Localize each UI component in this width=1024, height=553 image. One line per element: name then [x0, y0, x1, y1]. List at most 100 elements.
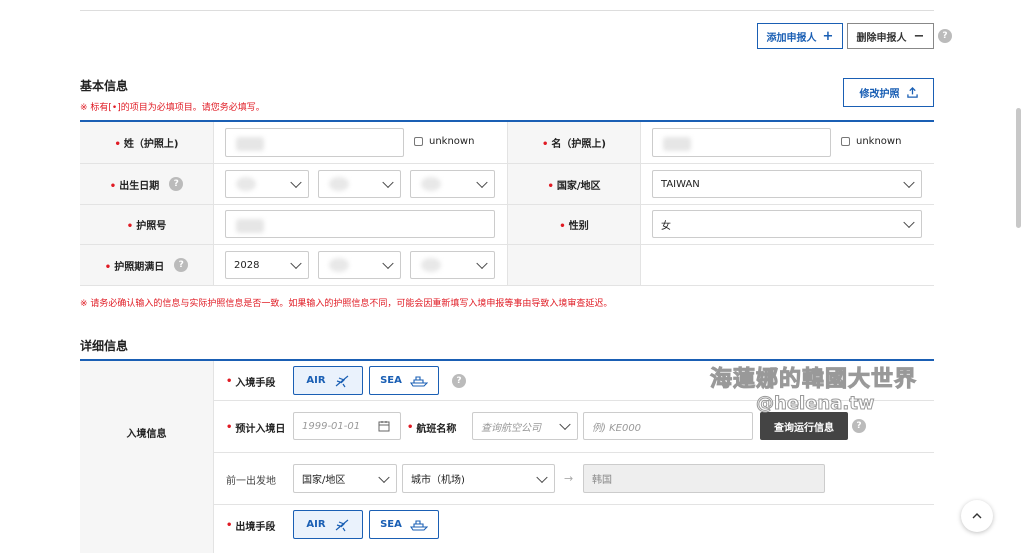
surname-input[interactable]	[225, 128, 404, 157]
exit-sea-button[interactable]: SEA	[369, 510, 439, 539]
scroll-to-top-button[interactable]	[961, 500, 993, 532]
country-select[interactable]: TAIWAN	[652, 170, 922, 198]
help-icon[interactable]: ?	[452, 374, 466, 388]
expiry-day-select[interactable]	[410, 251, 495, 279]
unknown-label: unknown	[856, 136, 902, 147]
entry-date-input[interactable]: 1999-01-01	[293, 412, 401, 440]
checkbox-box[interactable]	[414, 137, 423, 146]
birth-date-label-cell: • 出生日期 ?	[80, 164, 213, 204]
exit-air-button[interactable]: AIR	[293, 510, 363, 539]
checkbox-box[interactable]	[841, 137, 850, 146]
upload-icon	[906, 87, 918, 98]
departure-country-select[interactable]: 国家/地区	[293, 464, 397, 493]
arrow-right-icon: →	[564, 472, 574, 485]
air-label: AIR	[306, 519, 326, 530]
passport-no-input[interactable]	[225, 210, 495, 238]
help-icon[interactable]: ?	[938, 29, 952, 43]
flight-number-input[interactable]: 例) KE000	[583, 412, 753, 440]
expiry-year-select[interactable]: 2028	[225, 251, 309, 279]
basic-info-title: 基本信息	[80, 79, 129, 93]
air-label: AIR	[306, 375, 326, 386]
scrollbar-thumb[interactable]	[1016, 108, 1021, 228]
entry-mode-label-wrap: • 入境手段	[226, 376, 276, 389]
chevron-down-icon	[290, 257, 302, 270]
chevron-down-icon	[476, 257, 488, 270]
chevron-down-icon	[378, 471, 390, 483]
birth-date-label: 出生日期	[119, 180, 160, 192]
given-name-label-cell: • 名（护照上)	[508, 122, 640, 163]
edit-passport-button[interactable]: 修改护照	[843, 78, 934, 107]
birth-day-select[interactable]	[410, 170, 495, 198]
ship-icon	[409, 519, 428, 531]
unknown-label: unknown	[429, 136, 475, 147]
watermark-title: 海蓮娜的韓國大世界	[709, 367, 918, 393]
chevron-down-icon	[382, 257, 394, 270]
add-applicant-label: 添加申报人	[766, 32, 817, 44]
chevron-down-icon	[290, 176, 302, 189]
flight-placeholder: 例) KE000	[592, 422, 642, 434]
given-name-input[interactable]	[652, 128, 831, 157]
col-divider	[640, 122, 641, 285]
ship-icon	[409, 375, 428, 387]
row-divider	[80, 285, 934, 286]
empty-label-cell	[508, 245, 640, 285]
airline-placeholder: 查询航空公司	[481, 422, 541, 434]
departure-city-select[interactable]: 城市（机场)	[402, 464, 555, 493]
expiry-month-select[interactable]	[318, 251, 401, 279]
detail-info-title: 详细信息	[80, 339, 129, 353]
city-select-value: 城市（机场)	[411, 475, 465, 486]
chevron-up-icon	[972, 513, 982, 519]
query-flight-button[interactable]: 查询运行信息	[760, 412, 848, 440]
gender-value: 女	[661, 220, 671, 232]
chevron-down-icon	[382, 176, 394, 189]
gender-select[interactable]: 女	[652, 210, 922, 238]
birth-month-select[interactable]	[318, 170, 401, 198]
plus-icon: +	[822, 28, 834, 44]
passport-expiry-label: 护照期满日	[114, 261, 165, 273]
surname-label-cell: • 姓（护照上)	[80, 122, 213, 163]
flight-name-label: 航班名称	[416, 424, 457, 435]
prev-departure-label: 前一出发地	[226, 476, 276, 487]
airline-select[interactable]: 查询航空公司	[472, 412, 578, 440]
exit-mode-label-wrap: • 出境手段	[226, 520, 276, 533]
help-icon[interactable]: ?	[169, 177, 184, 191]
entry-sea-button[interactable]: SEA	[369, 366, 439, 395]
passport-expiry-label-cell: • 护照期满日 ?	[80, 245, 213, 285]
exit-mode-label: 出境手段	[235, 522, 276, 533]
help-icon[interactable]: ?	[174, 258, 189, 272]
airplane-icon	[335, 375, 348, 387]
chevron-down-icon	[903, 176, 915, 189]
chevron-down-icon	[903, 216, 915, 229]
surname-label: 姓（护照上)	[123, 139, 179, 150]
add-applicant-button[interactable]: 添加申报人 +	[757, 23, 843, 49]
entry-info-label-cell: 入境信息	[80, 361, 213, 553]
required-note: ※ 标有[•]的项目为必填项目。请您务必填写。	[80, 103, 265, 113]
calendar-icon[interactable]	[378, 420, 390, 432]
passport-warning-note: ※ 请务必确认输入的信息与实际护照信息是否一致。如果输入的护照信息不同，可能会因…	[80, 299, 613, 309]
help-icon[interactable]: ?	[852, 419, 866, 433]
given-name-label: 名（护照上)	[551, 139, 606, 150]
flight-name-label-wrap: • 航班名称	[407, 422, 457, 435]
sea-label: SEA	[380, 519, 402, 530]
col-divider	[507, 122, 508, 285]
country-select-value: 国家/地区	[302, 475, 346, 486]
entry-air-button[interactable]: AIR	[293, 366, 363, 395]
chevron-down-icon	[559, 418, 571, 431]
airplane-icon	[335, 519, 348, 531]
given-name-unknown-checkbox[interactable]: unknown	[841, 136, 901, 147]
chevron-down-icon	[476, 176, 488, 189]
watermark-handle: @helena.tw	[755, 393, 875, 415]
date-placeholder: 1999-01-01	[302, 420, 361, 432]
gender-label: 性别	[568, 221, 589, 232]
expiry-year-value: 2028	[234, 259, 260, 271]
birth-year-select[interactable]	[225, 170, 309, 198]
remove-applicant-label: 删除申报人	[856, 32, 907, 44]
sea-label: SEA	[380, 375, 402, 386]
country-label-cell: • 国家/地区	[508, 164, 640, 204]
edit-passport-label: 修改护照	[859, 89, 900, 100]
surname-unknown-checkbox[interactable]: unknown	[414, 136, 474, 147]
passport-no-label-cell: • 护照号	[80, 205, 213, 244]
country-label: 国家/地区	[556, 180, 601, 192]
remove-applicant-button[interactable]: 删除申报人 −	[847, 23, 934, 49]
passport-no-label: 护照号	[136, 221, 167, 232]
